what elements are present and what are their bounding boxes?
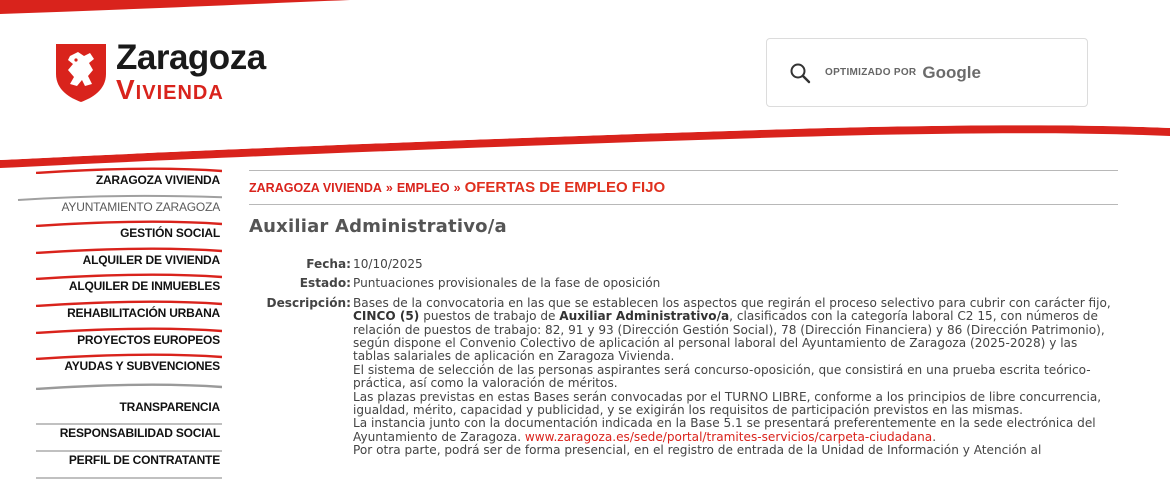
breadcrumb-bottom-rule: [249, 204, 1118, 205]
google-wordmark: Google: [922, 62, 981, 82]
menu-item-next-partial: [0, 473, 222, 500]
description-paragraph: Bases de la convocatoria en las que se e…: [353, 295, 1111, 364]
menu-item-label: AYUDAS Y SUBVENCIONES: [64, 359, 220, 374]
menu-item-perfil-de-contratante[interactable]: PERFIL DE CONTRATANTE: [0, 446, 222, 473]
breadcrumb-current: OFERTAS DE EMPLEO FIJO: [464, 179, 666, 196]
fecha-value: 10/10/2025: [353, 257, 423, 271]
estado-label: Estado:: [299, 276, 351, 291]
descripcion-value: Bases de la convocatoria en las que se e…: [353, 295, 1113, 458]
menu-item-label: REHABILITACIÓN URBANA: [67, 305, 220, 320]
menu-item-gestion-social[interactable]: GESTIÓN SOCIAL: [0, 219, 222, 246]
menu-item-label: PROYECTOS EUROPEOS: [77, 332, 220, 347]
logo-line-vivienda: Vivienda: [116, 74, 224, 105]
fecha-label: Fecha:: [306, 257, 351, 271]
menu-item-rehabilitacion-urbana[interactable]: REHABILITACIÓN URBANA: [0, 299, 222, 326]
page-title: Auxiliar Administrativo/a: [249, 216, 507, 237]
search-icon[interactable]: [789, 62, 811, 84]
menu-item-label: PERFIL DE CONTRATANTE: [68, 452, 220, 467]
zaragoza-vivienda-logo[interactable]: Zaragoza Vivienda: [52, 40, 266, 104]
menu-item-label: RESPONSABILIDAD SOCIAL: [59, 426, 220, 441]
breadcrumb: ZARAGOZA VIVIENDA » EMPLEO » OFERTAS DE …: [249, 171, 1118, 204]
field-estado: Estado: Puntuaciones provisionales de la…: [249, 276, 1118, 291]
menu-item-alquiler-de-vivienda[interactable]: ALQUILER DE VIVIENDA: [0, 246, 222, 273]
descripcion-label: Descripción:: [266, 295, 351, 310]
breadcrumb-link-empleo[interactable]: EMPLEO: [397, 181, 450, 195]
menu-item-label: GESTIÓN SOCIAL: [120, 226, 220, 241]
places-count: CINCO (5): [353, 309, 420, 324]
breadcrumb-separator: »: [453, 180, 461, 195]
zaragoza-lion-shield-icon: [56, 44, 106, 102]
breadcrumb-link-zaragoza-vivienda[interactable]: ZARAGOZA VIVIENDA: [249, 181, 382, 195]
menu-item-responsabilidad-social[interactable]: RESPONSABILIDAD SOCIAL: [0, 419, 222, 446]
menu-item-label: TRANSPARENCIA: [119, 399, 220, 414]
estado-value: Puntuaciones provisionales de la fase de…: [353, 276, 661, 291]
menu-arc-decoration: [36, 383, 222, 390]
sidebar-menu: ZARAGOZA VIVIENDA AYUNTAMIENTO ZARAGOZA …: [0, 166, 222, 499]
menu-item-label: ALQUILER DE VIVIENDA: [82, 252, 221, 267]
description-paragraph: El sistema de selección de las personas …: [353, 362, 1091, 391]
menu-divider: [0, 379, 222, 393]
description-paragraph: Las plazas previstas en estas Bases será…: [353, 389, 1102, 418]
field-fecha: Fecha: 10/10/2025: [249, 257, 1118, 271]
menu-item-label: ZARAGOZA VIVIENDA: [95, 173, 220, 187]
menu-item-ayuntamiento-zaragoza[interactable]: AYUNTAMIENTO ZARAGOZA: [0, 193, 222, 220]
job-name: Auxiliar Administrativo/a: [559, 309, 730, 324]
menu-item-label: ALQUILER DE INMUEBLES: [68, 279, 220, 294]
menu-item-proyectos-europeos[interactable]: PROYECTOS EUROPEOS: [0, 326, 222, 353]
menu-item-alquiler-de-inmuebles[interactable]: ALQUILER DE INMUEBLES: [0, 272, 222, 299]
logo-line-zaragoza: Zaragoza: [116, 38, 266, 77]
menu-arc-decoration: [36, 476, 222, 479]
menu-item-transparencia[interactable]: TRANSPARENCIA: [0, 393, 222, 420]
main-content: ZARAGOZA VIVIENDA » EMPLEO » OFERTAS DE …: [249, 170, 1118, 464]
menu-item-ayudas-y-subvenciones[interactable]: AYUDAS Y SUBVENCIONES: [0, 352, 222, 379]
search-powered-by-label: OPTIMIZADO POR: [825, 67, 917, 78]
description-paragraph: La instancia junto con la documentación …: [353, 416, 1096, 444]
field-descripcion: Descripción: Bases de la convocatoria en…: [249, 295, 1118, 458]
sede-electronica-link[interactable]: www.zaragoza.es/sede/portal/tramites-ser…: [525, 430, 932, 444]
menu-item-zaragoza-vivienda[interactable]: ZARAGOZA VIVIENDA: [0, 166, 222, 193]
site-search-box[interactable]: OPTIMIZADO POR Google: [766, 38, 1088, 107]
breadcrumb-separator: »: [385, 180, 393, 195]
job-details: Fecha: 10/10/2025 Estado: Puntuaciones p…: [249, 257, 1118, 458]
menu-item-label: AYUNTAMIENTO ZARAGOZA: [61, 199, 221, 214]
description-paragraph: Por otra parte, podrá ser de forma prese…: [353, 443, 1042, 458]
